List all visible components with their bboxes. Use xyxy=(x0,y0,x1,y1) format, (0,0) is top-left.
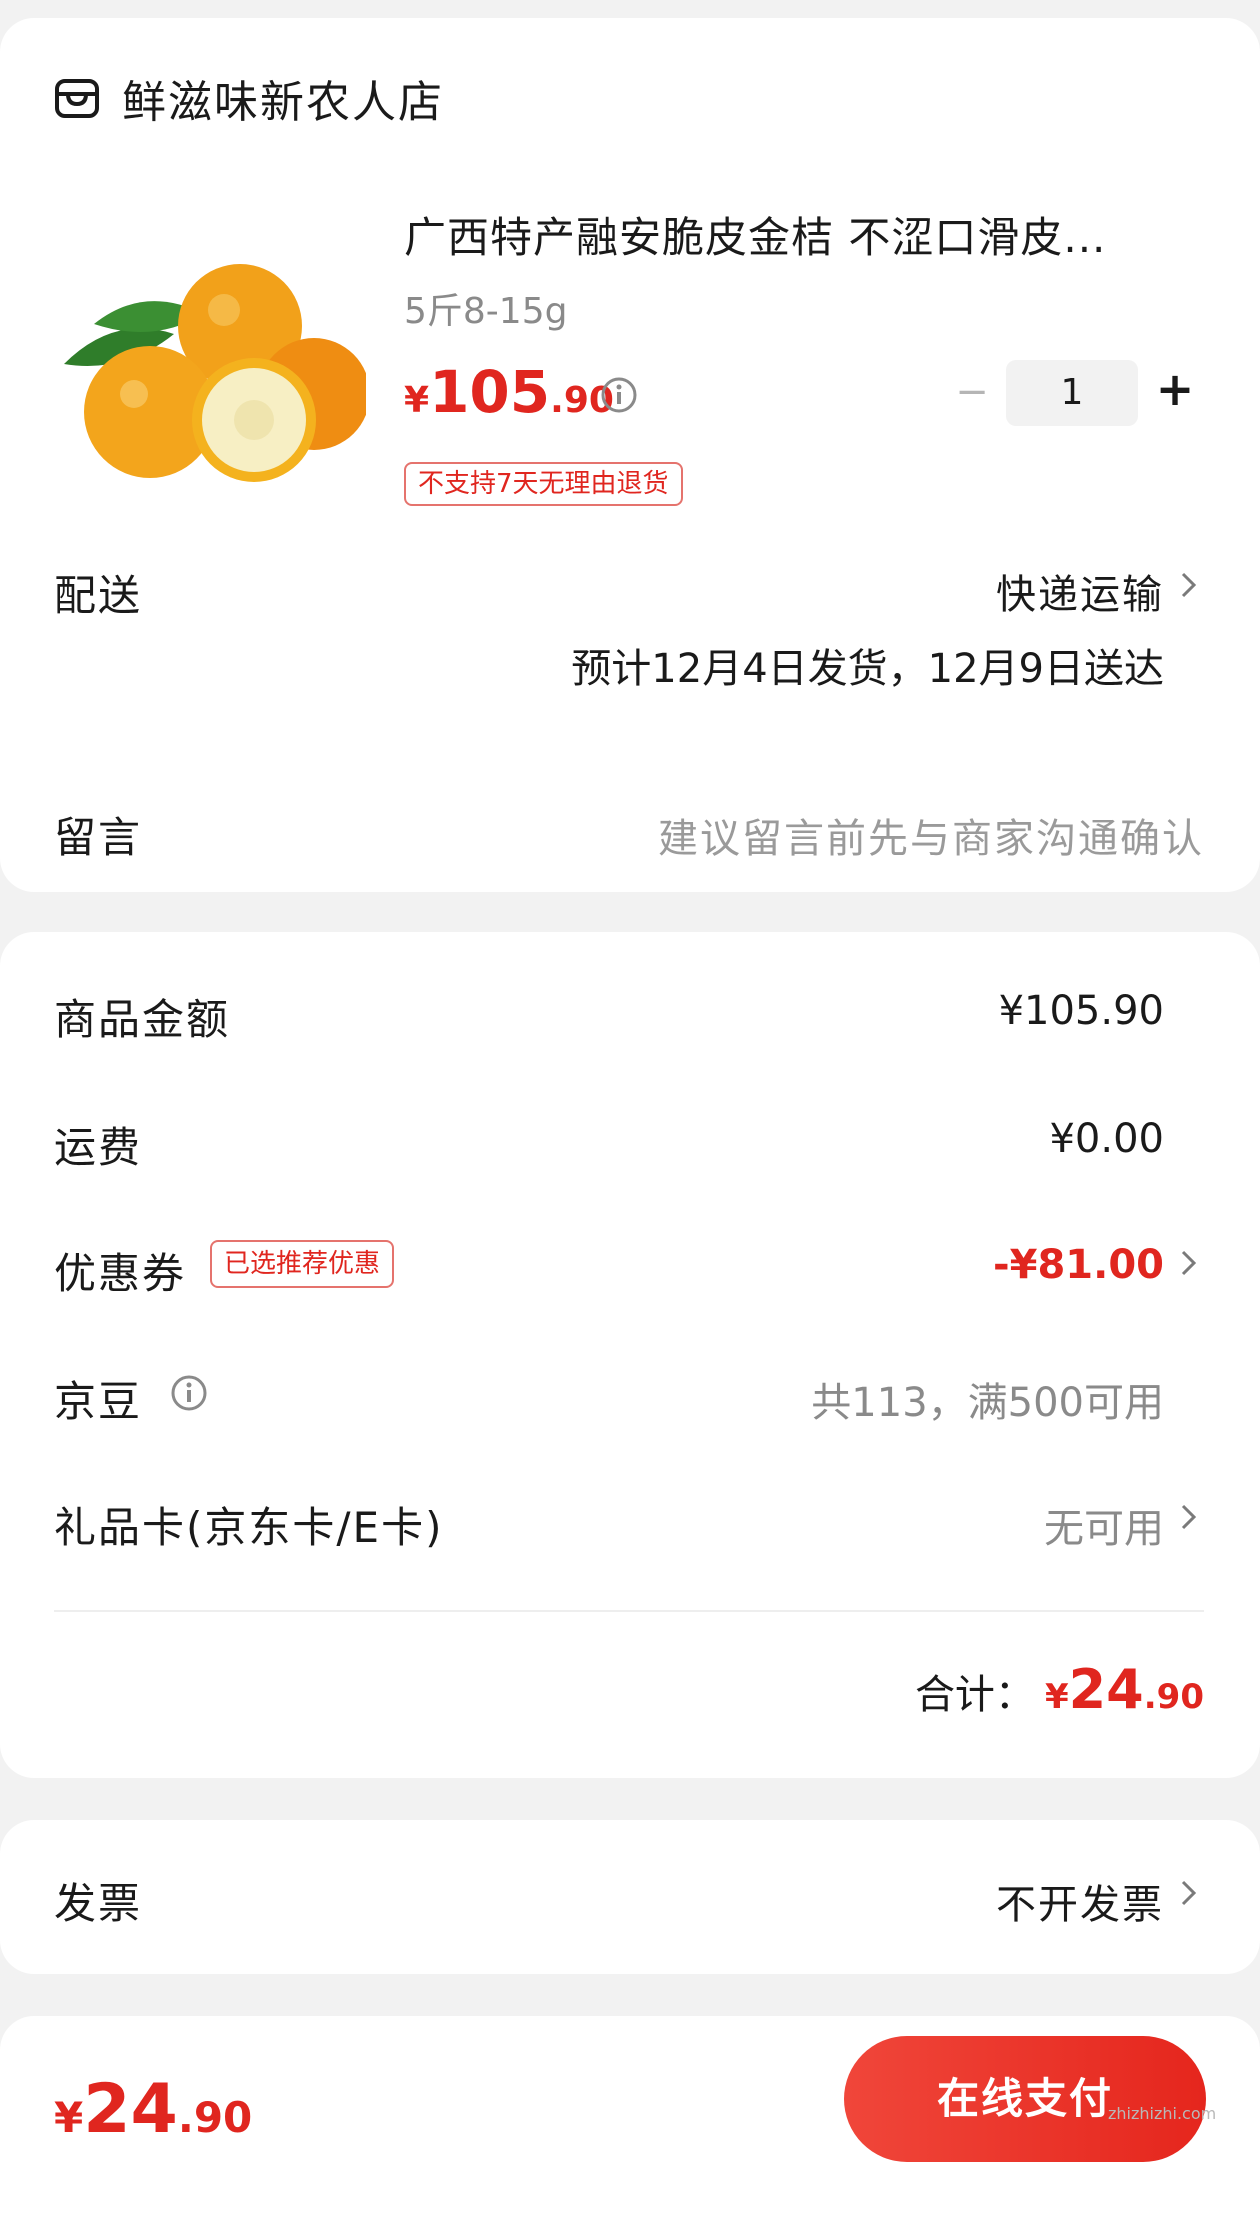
quantity-decrease-button[interactable]: − xyxy=(952,372,992,412)
invoice-label: 发票 xyxy=(54,1879,143,1928)
divider xyxy=(54,1610,1204,1612)
chevron-right-icon[interactable] xyxy=(1178,1246,1200,1280)
checkout-total: ¥24.90 xyxy=(54,2070,252,2149)
shop-name[interactable]: 鲜滋味新农人店 xyxy=(122,66,444,130)
chevron-right-icon[interactable] xyxy=(1178,1876,1200,1910)
product-title[interactable]: 广西特产融安脆皮金桔 不涩口滑皮... xyxy=(404,204,1184,265)
coupon-selected-badge: 已选推荐优惠 xyxy=(210,1240,395,1288)
coupon-value[interactable]: -¥81.00 xyxy=(993,1242,1164,1288)
delivery-label: 配送 xyxy=(54,571,143,620)
store-icon xyxy=(55,79,99,118)
total-amount: 合计： ¥24.90 xyxy=(915,1658,1204,1721)
gift-card-value[interactable]: 无可用 xyxy=(1044,1496,1164,1554)
total-decimal: .90 xyxy=(1143,1677,1204,1717)
invoice-value[interactable]: 不开发票 xyxy=(996,1872,1164,1930)
info-icon[interactable] xyxy=(170,1374,208,1412)
return-policy-badge: 不支持7天无理由退货 xyxy=(404,462,683,506)
price-summary-card xyxy=(0,932,1260,1778)
total-currency: ¥ xyxy=(1044,1677,1069,1717)
message-label: 留言 xyxy=(54,813,143,862)
quantity-input[interactable]: 1 xyxy=(1006,360,1138,426)
quantity-increase-button[interactable]: + xyxy=(1152,366,1198,412)
coupon-label: 优惠券 xyxy=(54,1249,187,1298)
product-price: ¥105.90 xyxy=(404,358,614,426)
total-label: 合计： xyxy=(914,1672,1035,1718)
jingdou-value: 共113，满500可用 xyxy=(811,1380,1164,1426)
message-input[interactable]: 建议留言前先与商家沟通确认 xyxy=(658,806,1204,864)
price-currency: ¥ xyxy=(404,380,430,421)
watermark: zhizhizhi.com xyxy=(1108,2104,1217,2123)
checkout-currency: ¥ xyxy=(54,2093,84,2142)
info-icon[interactable] xyxy=(600,376,638,414)
total-integer: 24 xyxy=(1068,1658,1144,1721)
freight-value: ¥0.00 xyxy=(1049,1116,1164,1162)
kumquat-product-image[interactable] xyxy=(54,244,366,484)
delivery-estimate: 预计12月4日发货，12月9日送达 xyxy=(571,646,1164,692)
jingdou-label: 京豆 xyxy=(54,1377,143,1426)
product-spec[interactable]: 5斤8-15g xyxy=(404,282,567,334)
price-integer: 105 xyxy=(429,358,551,426)
goods-amount-label: 商品金额 xyxy=(54,995,231,1044)
goods-amount-value: ¥105.90 xyxy=(998,988,1164,1034)
gift-card-label: 礼品卡(京东卡/E卡) xyxy=(54,1503,444,1552)
checkout-integer: 24 xyxy=(83,2070,178,2149)
pay-online-button[interactable]: 在线支付 xyxy=(844,2036,1206,2162)
freight-label: 运费 xyxy=(54,1123,143,1172)
chevron-right-icon[interactable] xyxy=(1178,568,1200,602)
chevron-right-icon[interactable] xyxy=(1178,1500,1200,1534)
checkout-decimal: .90 xyxy=(177,2093,253,2142)
delivery-method[interactable]: 快递运输 xyxy=(996,562,1164,620)
